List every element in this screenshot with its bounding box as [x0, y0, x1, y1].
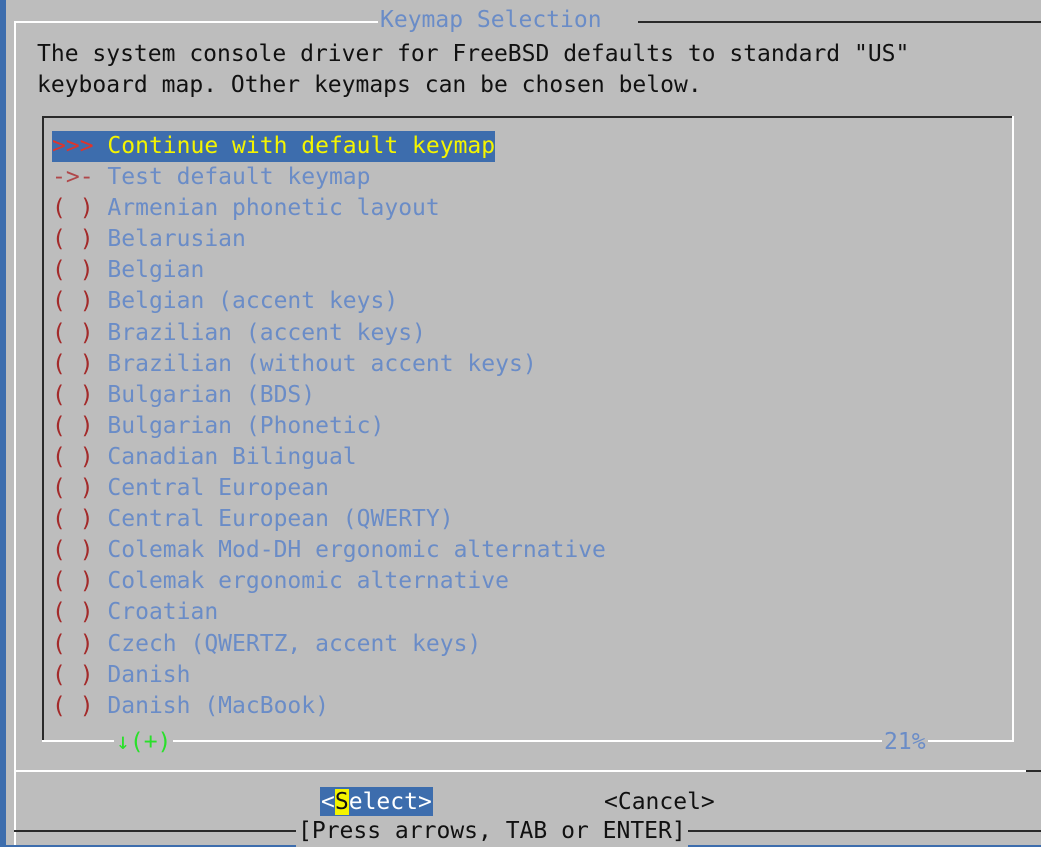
keyboard-hint: [Press arrows, TAB or ENTER] — [296, 816, 688, 847]
list-item-radio: ( ) — [52, 350, 94, 377]
list-border-bottom — [42, 740, 1014, 742]
list-item[interactable]: ( ) Croatian — [52, 597, 606, 628]
dialog-border-left — [14, 21, 16, 845]
list-item[interactable]: ( ) Colemak Mod-DH ergonomic alternative — [52, 535, 606, 566]
list-item[interactable]: ( ) Canadian Bilingual — [52, 442, 606, 473]
list-border-top — [42, 116, 1014, 118]
list-item[interactable]: ( ) Belarusian — [52, 224, 606, 255]
list-item-radio: ( ) — [52, 443, 94, 470]
list-item-label: Bulgarian (Phonetic) — [107, 412, 385, 439]
list-item[interactable]: ( ) Armenian phonetic layout — [52, 193, 606, 224]
list-item[interactable]: ( ) Colemak ergonomic alternative — [52, 566, 606, 597]
list-item[interactable]: ( ) Danish (MacBook) — [52, 691, 606, 722]
cancel-button[interactable]: <Cancel> — [604, 787, 715, 818]
dialog-border-top — [14, 21, 382, 23]
list-item-radio: ->- — [52, 164, 94, 191]
list-item-label: Colemak ergonomic alternative — [107, 568, 509, 595]
description-line-1: The system console driver for FreeBSD de… — [37, 41, 910, 67]
list-item-label: Colemak Mod-DH ergonomic alternative — [107, 537, 606, 564]
list-item-radio: ( ) — [52, 661, 94, 688]
button-separator-shadow — [1026, 770, 1041, 772]
list-item-radio: >>> — [52, 133, 94, 159]
list-item-label: Brazilian (without accent keys) — [107, 350, 537, 377]
list-item-label: Bulgarian (BDS) — [107, 381, 316, 408]
list-item-label: Continue with default keymap — [107, 133, 496, 159]
list-item[interactable]: ( ) Belgian (accent keys) — [52, 286, 606, 317]
list-item-radio: ( ) — [52, 537, 94, 564]
list-item[interactable]: ( ) Central European — [52, 473, 606, 504]
keymap-dialog: Keymap Selection The system console driv… — [6, 0, 1041, 847]
list-item-label: Belarusian — [107, 226, 246, 253]
list-item[interactable]: ( ) Central European (QWERTY) — [52, 504, 606, 535]
list-item-radio: ( ) — [52, 599, 94, 626]
list-item-label: Czech (QWERTZ, accent keys) — [107, 630, 482, 657]
select-button-open: < — [321, 789, 335, 815]
dialog-title: Keymap Selection — [378, 5, 604, 36]
list-item-radio: ( ) — [52, 257, 94, 284]
list-item-radio: ( ) — [52, 412, 94, 439]
list-item-label: Armenian phonetic layout — [107, 195, 440, 222]
keymap-list-rows: >>> Continue with default keymap ->- Test… — [52, 131, 606, 722]
list-item-radio: ( ) — [52, 195, 94, 222]
list-item-label: Canadian Bilingual — [107, 443, 357, 470]
list-item-radio: ( ) — [52, 568, 94, 595]
list-item-radio: ( ) — [52, 381, 94, 408]
list-item-radio: ( ) — [52, 288, 94, 315]
list-item-label: Danish (MacBook) — [107, 692, 329, 719]
list-item[interactable]: ->- Test default keymap — [52, 162, 606, 193]
list-item-radio: ( ) — [52, 506, 94, 533]
list-item[interactable]: ( ) Brazilian (accent keys) — [52, 318, 606, 349]
list-item-radio: ( ) — [52, 475, 94, 502]
select-button[interactable]: <Select> — [320, 787, 433, 818]
list-item[interactable]: ( ) Bulgarian (Phonetic) — [52, 411, 606, 442]
select-button-hotkey: S — [334, 789, 349, 815]
list-item-radio: ( ) — [52, 226, 94, 253]
list-item-label: Danish — [107, 661, 191, 688]
list-border-left — [42, 116, 44, 742]
list-item-label: Test default keymap — [107, 164, 371, 191]
list-item-radio: ( ) — [52, 692, 94, 719]
list-item-label: Brazilian (accent keys) — [107, 319, 426, 346]
list-item[interactable]: ( ) Brazilian (without accent keys) — [52, 349, 606, 380]
list-item-label: Central European (QWERTY) — [107, 506, 454, 533]
list-item[interactable]: ( ) Bulgarian (BDS) — [52, 380, 606, 411]
list-item-label: Belgian (accent keys) — [107, 288, 399, 315]
list-item[interactable]: ( ) Czech (QWERTZ, accent keys) — [52, 629, 606, 660]
list-item-label: Central European — [107, 475, 329, 502]
list-item-label: Belgian — [107, 257, 205, 284]
dialog-description: The system console driver for FreeBSD de… — [37, 39, 909, 101]
list-item-label: Croatian — [107, 599, 219, 626]
scroll-percent: 21% — [882, 727, 928, 758]
button-separator — [14, 770, 1041, 772]
dialog-border-top-shadow — [638, 21, 1041, 23]
list-item[interactable]: ( ) Danish — [52, 660, 606, 691]
select-button-label: elect> — [348, 789, 432, 815]
list-item[interactable]: >>> Continue with default keymap — [52, 131, 606, 162]
list-border-right — [1012, 116, 1014, 742]
keymap-list[interactable]: >>> Continue with default keymap ->- Test… — [42, 116, 1014, 742]
description-line-2: keyboard map. Other keymaps can be chose… — [37, 72, 702, 98]
scroll-down-indicator: ↓(+) — [114, 727, 174, 758]
list-item-radio: ( ) — [52, 630, 94, 657]
list-item[interactable]: ( ) Belgian — [52, 255, 606, 286]
list-item-radio: ( ) — [52, 319, 94, 346]
